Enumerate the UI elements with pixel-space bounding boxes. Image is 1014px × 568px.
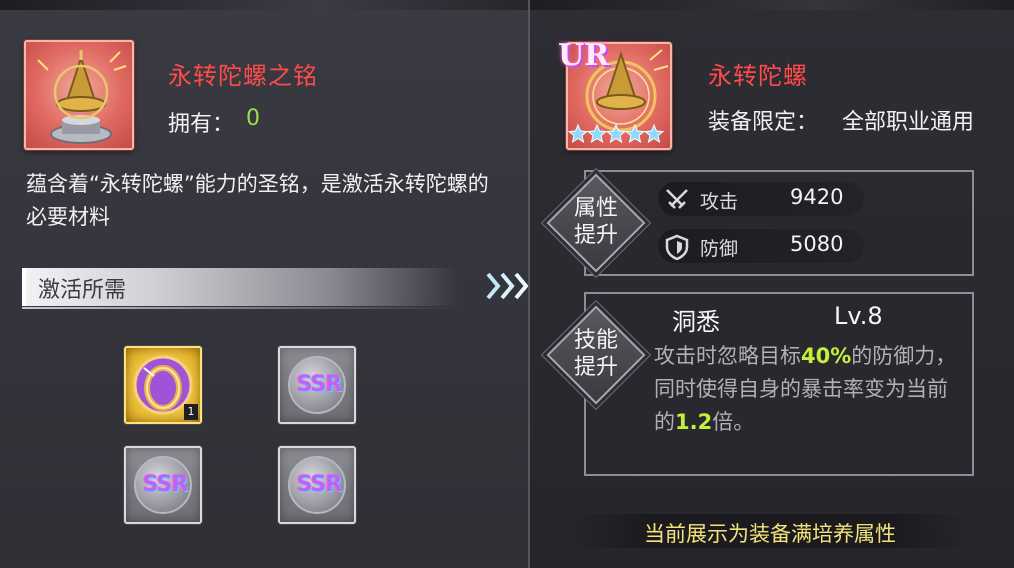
restriction-value: 全部职业通用 [842,110,975,135]
owned-count: 0 [246,106,260,131]
item-name: 永转陀螺之铭 [168,62,318,90]
item-description: 蕴含着“永转陀螺”能力的圣铭，是激活永转陀螺的必要材料 [26,172,489,229]
material-slot-ssr-3[interactable]: SSR [278,446,356,524]
skill-desc-highlight-percent: 40% [801,344,852,368]
max-upgrade-notice: 当前展示为装备满培养属性 [566,514,974,548]
equipment-name: 永转陀螺 [708,62,808,90]
stat-attack-value: 9420 [790,185,844,209]
ssr-placeholder-icon: SSR [134,456,192,514]
skill-desc-text-3: 倍。 [712,410,755,434]
material-slot-ssr-1[interactable]: SSR [278,346,356,424]
stat-attack: 攻击 9420 [658,182,864,216]
ssr-placeholder-icon: SSR [288,356,346,414]
attribute-boost-label-line2: 提升 [573,223,618,248]
ssr-label: SSR [296,472,343,497]
stat-defense-label: 防御 [700,238,739,260]
attribute-boost-label: 属性 提升 [561,195,631,249]
skill-desc-text-1: 攻击时忽略目标 [654,344,801,368]
material-detail-panel: 永转陀螺之铭 拥有： 0 蕴含着“永转陀螺”能力的圣铭，是激活永转陀螺的必要材料… [0,0,528,568]
skill-boost-label-line2: 提升 [573,355,618,380]
stat-defense-value: 5080 [790,232,844,256]
activation-requirement-header: 激活所需 [22,268,458,306]
spinning-top-inscription-icon [24,40,134,150]
section-divider [22,307,458,309]
skill-boost-label: 技能 提升 [561,327,631,381]
crossed-swords-icon [666,189,688,209]
skill-boost-label-line1: 技能 [573,328,618,353]
skill-desc-highlight-multiplier: 1.2 [675,410,713,434]
max-upgrade-notice-text: 当前展示为装备满培养属性 [644,522,896,546]
ur-rarity-badge: UR [558,38,610,73]
material-count-badge: 1 [184,404,198,420]
stat-defense: 防御 5080 [658,229,864,263]
ssr-label: SSR [142,472,189,497]
skill-level: Lv.8 [834,302,883,330]
activation-requirement-title: 激活所需 [38,278,127,303]
restriction-label: 装备限定： [708,110,819,135]
ssr-label: SSR [296,372,343,397]
star-rating-icon [568,124,665,144]
skill-name: 洞悉 [672,308,720,336]
attribute-boost-label-line1: 属性 [573,196,618,221]
owned-label: 拥有： [168,112,235,137]
material-slot-ring[interactable]: 1 [124,346,202,424]
material-slot-ssr-2[interactable]: SSR [124,446,202,524]
stat-attack-label: 攻击 [700,191,739,213]
skill-description: 攻击时忽略目标40%的防御力，同时使得自身的暴击率变为当前的1.2倍。 [654,340,964,439]
shield-icon [665,234,689,260]
ssr-placeholder-icon: SSR [288,456,346,514]
